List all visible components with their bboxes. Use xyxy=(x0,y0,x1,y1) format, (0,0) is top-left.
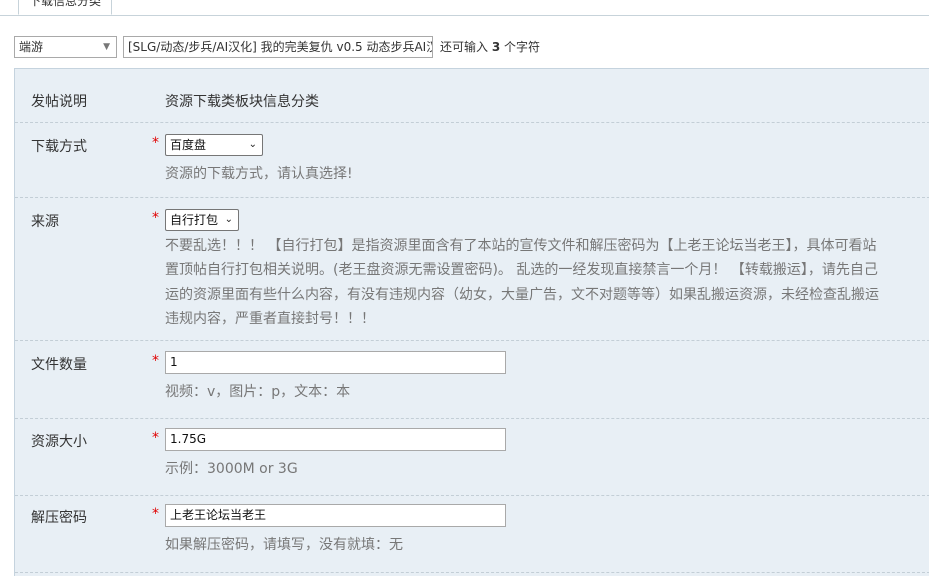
chevron-down-icon: ⌄ xyxy=(224,214,233,225)
row-download-method: 下载方式 * 百度盘 ⌄ 资源的下载方式，请认真选择! xyxy=(15,123,929,198)
post-title-line: 端游 ▼ [SLG/动态/步兵/AI汉化] 我的完美复仇 v0.5 动态步兵AI… xyxy=(14,36,929,58)
source-hint-line: 置顶帖自行打包相关说明。(老王盘资源无需设置密码)。 乱选的一经发现直接禁言一个… xyxy=(165,262,878,279)
required-mark: * xyxy=(152,135,159,151)
source-select[interactable]: 自行打包 ⌄ xyxy=(165,209,239,231)
post-type-value: 端游 xyxy=(19,40,44,54)
required-mark: * xyxy=(152,430,159,446)
remaining-prefix: 还可输入 xyxy=(440,40,489,54)
post-type-select[interactable]: 端游 ▼ xyxy=(14,36,117,58)
row-unzip-password: 解压密码 * 上老王论坛当老王 如果解压密码，请填写，没有就填：无 xyxy=(15,496,929,573)
remaining-chars: 还可输入 3 个字符 xyxy=(440,36,540,58)
source-value: 自行打包 xyxy=(170,213,219,227)
unzip-password-input[interactable]: 上老王论坛当老王 xyxy=(165,504,506,527)
size-label: 资源大小 xyxy=(31,434,87,450)
row-intro: 发帖说明 资源下载类板块信息分类 xyxy=(15,69,929,123)
post-title-input[interactable]: [SLG/动态/步兵/AI汉化] 我的完美复仇 v0.5 动态步兵AI汉 xyxy=(123,36,433,58)
intro-label: 发帖说明 xyxy=(31,94,87,110)
file-count-input[interactable]: 1 xyxy=(165,351,506,374)
form-panel: 发帖说明 资源下载类板块信息分类 下载方式 * 百度盘 ⌄ 资源的下载方式，请认… xyxy=(14,68,929,576)
source-hint-line: 不要乱选！！！ 【自行打包】是指资源里面含有了本站的宣传文件和解压密码为【上老王… xyxy=(165,238,877,254)
source-hint: 不要乱选！！！ 【自行打包】是指资源里面含有了本站的宣传文件和解压密码为【上老王… xyxy=(165,234,929,331)
chevron-down-icon: ⌄ xyxy=(248,139,257,150)
password-label: 解压密码 xyxy=(31,510,87,526)
size-hint: 示例：3000M or 3G xyxy=(165,461,298,477)
download-method-select[interactable]: 百度盘 ⌄ xyxy=(165,134,263,156)
source-hint-line: 违规内容，严重者直接封号！！！ xyxy=(165,310,375,327)
tab-download-info[interactable]: 下载信息分类 xyxy=(18,0,112,15)
source-label: 来源 xyxy=(31,214,59,230)
download-label: 下载方式 xyxy=(31,139,87,155)
chevron-down-icon: ▼ xyxy=(103,42,110,52)
source-hint-line: 运的资源里面有些什么内容，有没有违规内容（幼女，大量广告，文不对题等等）如果乱搬… xyxy=(165,286,879,303)
tab-bar: 下载信息分类 xyxy=(0,0,929,16)
row-file-count: 文件数量 * 1 视频：v，图片：p，文本：本 xyxy=(15,341,929,419)
resource-size-input[interactable]: 1.75G xyxy=(165,428,506,451)
required-mark: * xyxy=(152,506,159,522)
file-count-label: 文件数量 xyxy=(31,357,87,373)
download-hint: 资源的下载方式，请认真选择! xyxy=(165,166,353,182)
required-mark: * xyxy=(152,210,159,226)
remaining-suffix: 个字符 xyxy=(504,40,541,54)
intro-text: 资源下载类板块信息分类 xyxy=(165,94,319,110)
remaining-count: 3 xyxy=(491,40,501,54)
file-count-hint: 视频：v，图片：p，文本：本 xyxy=(165,384,351,400)
row-source: 来源 * 自行打包 ⌄ 不要乱选！！！ 【自行打包】是指资源里面含有了本站的宣传… xyxy=(15,198,929,341)
download-method-value: 百度盘 xyxy=(170,138,207,152)
password-hint: 如果解压密码，请填写，没有就填：无 xyxy=(165,537,403,553)
required-mark: * xyxy=(152,353,159,369)
row-resource-size: 资源大小 * 1.75G 示例：3000M or 3G xyxy=(15,419,929,496)
